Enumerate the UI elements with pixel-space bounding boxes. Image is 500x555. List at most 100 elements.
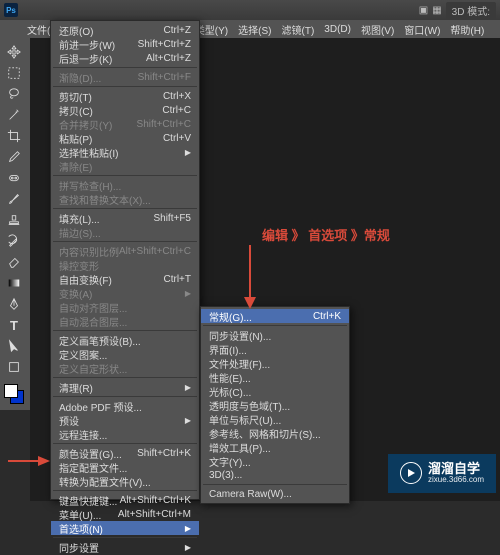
menu-item-shortcut: Shift+Ctrl+Z [138,39,191,50]
menu-item[interactable]: 定义图案... [51,347,199,361]
view-toggle-icon[interactable]: ▦ [432,5,441,16]
menu-item[interactable]: 同步设置(N)... [201,328,349,342]
eyedropper-tool[interactable] [2,147,26,167]
path-tool[interactable] [2,336,26,356]
menu-item[interactable]: 前进一步(W)Shift+Ctrl+Z [51,37,199,51]
foreground-color[interactable] [4,384,18,398]
menu-item[interactable]: 粘贴(P)Ctrl+V [51,131,199,145]
menu-item-shortcut: Shift+Ctrl+K [137,448,191,459]
submenu-arrow-icon: ▶ [185,543,191,552]
menu-item[interactable]: 还原(O)Ctrl+Z [51,23,199,37]
healing-tool[interactable] [2,168,26,188]
separator [53,86,197,87]
menu-item-shortcut: Ctrl+C [162,105,191,116]
menu-9[interactable]: 窗口(W) [399,20,445,39]
menu-item[interactable]: 远程连接... [51,427,199,441]
menu-item[interactable]: 清理(R)▶ [51,380,199,394]
menu-item[interactable]: 指定配置文件... [51,460,199,474]
menu-item[interactable]: 3D(3)... [201,468,349,482]
menu-item-label: Adobe PDF 预设... [59,399,142,414]
separator [53,490,197,491]
menu-item[interactable]: 同步设置▶ [51,540,199,554]
marquee-tool[interactable] [2,63,26,83]
stamp-tool[interactable] [2,210,26,230]
menu-10[interactable]: 帮助(H) [445,20,489,39]
watermark: 溜溜自学 zixue.3d66.com [388,454,496,493]
app-icon: Ps [4,3,18,17]
menu-item[interactable]: 填充(L)...Shift+F5 [51,211,199,225]
view-toggle-icon[interactable]: ▣ [419,5,428,16]
menu-item-label: 自动混合图层... [59,314,127,329]
menu-item[interactable]: 选择性粘贴(I)▶ [51,145,199,159]
menu-item[interactable]: 单位与标尺(U)... [201,412,349,426]
menu-item[interactable]: 拷贝(C) Ctrl+C [51,103,199,117]
menu-item-label: 合并拷贝(Y) [59,117,112,132]
menu-item[interactable]: 菜单(U)...Alt+Shift+Ctrl+M [51,507,199,521]
watermark-url: zixue.3d66.com [428,476,484,485]
menu-item[interactable]: 颜色设置(G)...Shift+Ctrl+K [51,446,199,460]
menu-item-shortcut: Ctrl+K [313,311,341,322]
menu-item: 内容识别比例Alt+Shift+Ctrl+C [51,244,199,258]
separator [203,325,347,326]
menu-8[interactable]: 视图(V) [356,20,399,39]
separator [53,377,197,378]
menu-item[interactable]: 参考线、网格和切片(S)... [201,426,349,440]
menu-item[interactable]: 键盘快捷键...Alt+Shift+Ctrl+K [51,493,199,507]
menu-item[interactable]: 文字(Y)... [201,454,349,468]
menu-item: 变换(A)▶ [51,286,199,300]
menu-5[interactable]: 选择(S) [233,20,276,39]
eraser-tool[interactable] [2,252,26,272]
menu-item-shortcut: Alt+Shift+Ctrl+K [120,495,191,506]
menu-item-label: 描边(S)... [59,225,101,240]
gradient-tool[interactable] [2,273,26,293]
menu-6[interactable]: 滤镜(T) [277,20,320,39]
menu-item[interactable]: 透明度与色域(T)... [201,398,349,412]
menu-item[interactable]: 定义画笔预设(B)... [51,333,199,347]
menu-item[interactable]: 光标(C)... [201,384,349,398]
menu-item: 操控变形 [51,258,199,272]
menu-item-shortcut: Alt+Shift+Ctrl+C [119,246,191,257]
brush-tool[interactable] [2,189,26,209]
menu-item-label: 性能(E)... [209,370,251,385]
submenu-arrow-icon: ▶ [185,148,191,157]
menu-item-label: 增效工具(P)... [209,440,271,455]
lasso-tool[interactable] [2,84,26,104]
menu-item[interactable]: 界面(I)... [201,342,349,356]
menu-item-label: 定义自定形状... [59,361,127,376]
menu-item-label: 界面(I)... [209,342,247,357]
menu-item[interactable]: 预设 ▶ [51,413,199,427]
menu-item[interactable]: Adobe PDF 预设... [51,399,199,413]
menu-item[interactable]: 转换为配置文件(V)... [51,474,199,488]
menu-item[interactable]: 后退一步(K)Alt+Ctrl+Z [51,51,199,65]
crop-tool[interactable] [2,126,26,146]
menu-item-shortcut: Shift+Ctrl+F [138,72,191,83]
menu-item[interactable]: 性能(E)... [201,370,349,384]
wand-tool[interactable] [2,105,26,125]
menu-item-shortcut: Shift+Ctrl+C [137,119,191,130]
menu-item-label: 预设 [59,413,79,428]
pen-tool[interactable] [2,294,26,314]
shape-tool[interactable] [2,357,26,377]
annotation-arrow-right [8,454,50,473]
menu-item: 渐隐(D)...Shift+Ctrl+F [51,70,199,84]
menu-item[interactable]: 常规(G)...Ctrl+K [201,309,349,323]
separator [53,537,197,538]
menu-item[interactable]: Camera Raw(W)... [201,487,349,501]
menu-item[interactable]: 自由变换(F)Ctrl+T [51,272,199,286]
menu-item[interactable]: 首选项(N)▶ [51,521,199,535]
menu-item-label: 填充(L)... [59,211,100,226]
color-swatches[interactable] [2,382,28,406]
type-tool[interactable]: T [2,315,26,335]
watermark-title: 溜溜自学 [428,462,484,476]
submenu-arrow-icon: ▶ [185,416,191,425]
history-brush-tool[interactable] [2,231,26,251]
menu-item-label: 指定配置文件... [59,460,127,475]
menu-item: 描边(S)... [51,225,199,239]
move-tool[interactable] [2,42,26,62]
menu-7[interactable]: 3D(D) [319,22,356,37]
menu-item-label: 自由变换(F) [59,272,112,287]
menu-item[interactable]: 文件处理(F)... [201,356,349,370]
menu-item-label: 拷贝(C) [59,103,93,118]
menu-item[interactable]: 增效工具(P)... [201,440,349,454]
menu-item[interactable]: 剪切(T)Ctrl+X [51,89,199,103]
